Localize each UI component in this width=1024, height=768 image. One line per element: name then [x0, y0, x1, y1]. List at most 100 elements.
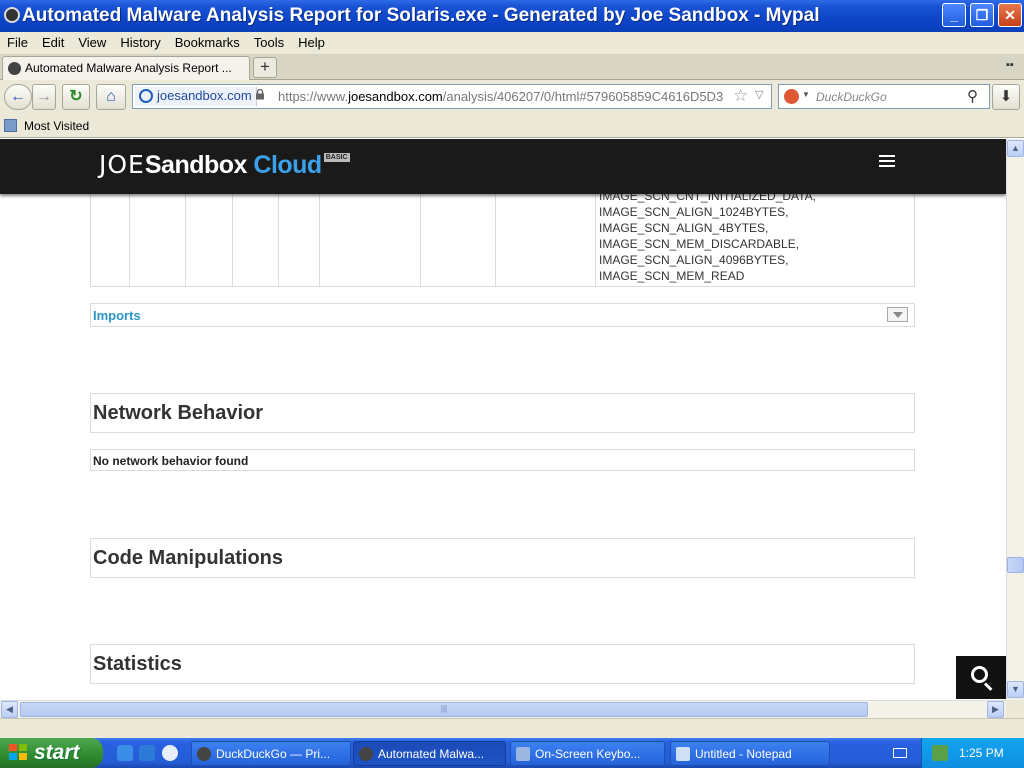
- download-button[interactable]: ⬇: [992, 84, 1020, 110]
- characteristic-item: IMAGE_SCN_ALIGN_4BYTES,: [599, 221, 769, 235]
- taskbar-item-duckduckgo[interactable]: DuckDuckGo — Pri...: [191, 741, 351, 766]
- bookmarks-toolbar: Most Visited: [0, 114, 1024, 138]
- task-label: On-Screen Keybo...: [535, 747, 641, 761]
- sections-table: IMAGE_SCN_CNT_INITIALIZED_DATA, IMAGE_SC…: [90, 186, 915, 287]
- browser-icon: [197, 747, 211, 761]
- browser-app-icon: [4, 7, 20, 23]
- task-label: DuckDuckGo — Pri...: [216, 747, 331, 761]
- menu-edit[interactable]: Edit: [35, 33, 71, 52]
- characteristic-item: IMAGE_SCN_ALIGN_1024BYTES,: [599, 205, 789, 219]
- vertical-scrollbar[interactable]: ▲ ▼: [1006, 139, 1024, 700]
- characteristic-item: IMAGE_SCN_ALIGN_4096BYTES,: [599, 253, 789, 267]
- media-player-quicklaunch-icon[interactable]: [162, 745, 178, 761]
- horizontal-scrollbar[interactable]: ◀ ||| ▶: [0, 700, 1006, 718]
- characteristic-item: IMAGE_SCN_MEM_READ: [599, 269, 745, 283]
- keyboard-icon: [516, 747, 530, 761]
- start-button[interactable]: start: [0, 738, 103, 768]
- imports-link[interactable]: Imports: [93, 308, 141, 323]
- menu-view[interactable]: View: [71, 33, 113, 52]
- task-label: Automated Malwa...: [378, 747, 485, 761]
- keyboard-tray-icon[interactable]: [893, 748, 907, 758]
- section-title: Network Behavior: [93, 402, 264, 424]
- section-characteristics: IMAGE_SCN_CNT_INITIALIZED_DATA, IMAGE_SC…: [599, 188, 816, 284]
- network-tray-icon[interactable]: [932, 745, 948, 761]
- engine-dropdown-icon[interactable]: ▼: [802, 90, 810, 99]
- title-bar: Automated Malware Analysis Report for So…: [0, 0, 1024, 32]
- taskbar-item-keyboard[interactable]: On-Screen Keybo...: [510, 741, 665, 766]
- taskbar-item-notepad[interactable]: Untitled - Notepad: [670, 741, 830, 766]
- code-manipulations-header: Code Manipulations: [90, 538, 915, 578]
- identity-label: joesandbox.com: [157, 88, 252, 103]
- search-bar[interactable]: ▼ DuckDuckGo ⚲: [778, 84, 990, 109]
- expand-toggle-icon[interactable]: [887, 307, 908, 322]
- system-tray: 1:25 PM: [921, 738, 1024, 768]
- taskbar: start DuckDuckGo — Pri... Automated Malw…: [0, 738, 1024, 768]
- ie-quicklaunch-icon[interactable]: [139, 745, 155, 761]
- menu-file[interactable]: File: [0, 33, 35, 52]
- scroll-left-button[interactable]: ◀: [1, 701, 18, 718]
- lock-icon: [256, 89, 264, 100]
- reload-button[interactable]: ↻: [62, 84, 90, 110]
- menu-help[interactable]: Help: [291, 33, 332, 52]
- close-button[interactable]: ✕: [998, 3, 1022, 27]
- tab-list-icon[interactable]: ▪▪: [1006, 59, 1014, 71]
- new-tab-button[interactable]: +: [253, 57, 277, 78]
- windows-logo-icon: [9, 744, 29, 762]
- page-viewport: JOESandbox Cloud BASIC IMAGE_SCN_CNT_INIT…: [0, 139, 1006, 700]
- network-behavior-header: Network Behavior: [90, 393, 915, 433]
- scroll-right-button[interactable]: ▶: [987, 701, 1004, 718]
- menu-bar: File Edit View History Bookmarks Tools Help: [0, 32, 1024, 54]
- screen: Automated Malware Analysis Report for So…: [0, 0, 1024, 768]
- start-label: start: [34, 741, 80, 764]
- status-bar: [0, 718, 1024, 738]
- search-input[interactable]: DuckDuckGo: [816, 90, 887, 104]
- network-behavior-result: No network behavior found: [90, 449, 915, 471]
- section-title: Statistics: [93, 653, 182, 675]
- joe-sandbox-logo[interactable]: JOESandbox Cloud BASIC: [99, 150, 350, 180]
- characteristic-item: IMAGE_SCN_MEM_DISCARDABLE,: [599, 237, 800, 251]
- browser-icon: [359, 747, 373, 761]
- tab-label: Automated Malware Analysis Report ...: [25, 61, 232, 75]
- url-text: https://www.joesandbox.com/analysis/4062…: [278, 89, 724, 104]
- taskbar-item-report[interactable]: Automated Malwa...: [353, 741, 506, 766]
- url-bar[interactable]: joesandbox.com https://www.joesandbox.co…: [132, 84, 772, 109]
- site-header: JOESandbox Cloud BASIC: [0, 139, 1006, 194]
- site-identity[interactable]: joesandbox.com: [135, 87, 257, 106]
- notepad-icon: [676, 747, 690, 761]
- globe-icon: [139, 89, 153, 103]
- folder-icon: [4, 119, 17, 132]
- scrollbar-corner: [1006, 700, 1024, 718]
- window-title: Automated Malware Analysis Report for So…: [22, 5, 820, 26]
- menu-tools[interactable]: Tools: [247, 33, 291, 52]
- search-icon: [971, 666, 988, 683]
- bookmark-star-icon[interactable]: ☆: [733, 86, 748, 106]
- search-icon[interactable]: ⚲: [967, 87, 978, 105]
- scroll-up-button[interactable]: ▲: [1007, 140, 1024, 157]
- vertical-scroll-thumb[interactable]: [1007, 557, 1024, 573]
- menu-history[interactable]: History: [113, 33, 167, 52]
- statistics-header: Statistics: [90, 644, 915, 684]
- minimize-button[interactable]: _: [942, 3, 966, 27]
- duckduckgo-icon[interactable]: [784, 89, 799, 104]
- floating-search-button[interactable]: [956, 656, 1006, 699]
- favicon-icon: [8, 62, 21, 75]
- menu-bookmarks[interactable]: Bookmarks: [168, 33, 247, 52]
- clock[interactable]: 1:25 PM: [959, 746, 1004, 760]
- url-dropdown-icon[interactable]: ▽: [755, 88, 763, 101]
- scroll-down-button[interactable]: ▼: [1007, 681, 1024, 698]
- ie-quicklaunch-icon[interactable]: [117, 745, 133, 761]
- hamburger-menu-icon[interactable]: [869, 150, 905, 174]
- empty-message: No network behavior found: [93, 454, 249, 468]
- tab-bar: Automated Malware Analysis Report ... + …: [0, 54, 1024, 80]
- most-visited-link[interactable]: Most Visited: [24, 119, 89, 133]
- task-label: Untitled - Notepad: [695, 747, 792, 761]
- back-button[interactable]: ←: [4, 84, 32, 110]
- horizontal-scroll-thumb[interactable]: |||: [20, 702, 868, 717]
- imports-panel: Imports: [90, 303, 915, 327]
- home-button[interactable]: ⌂: [96, 84, 126, 110]
- navigation-bar: ← → ↻ ⌂ joesandbox.com https://www.joesa…: [0, 80, 1024, 114]
- maximize-button[interactable]: ❐: [970, 3, 994, 27]
- tab-report[interactable]: Automated Malware Analysis Report ...: [2, 56, 250, 80]
- section-title: Code Manipulations: [93, 547, 283, 569]
- forward-button[interactable]: →: [32, 84, 56, 110]
